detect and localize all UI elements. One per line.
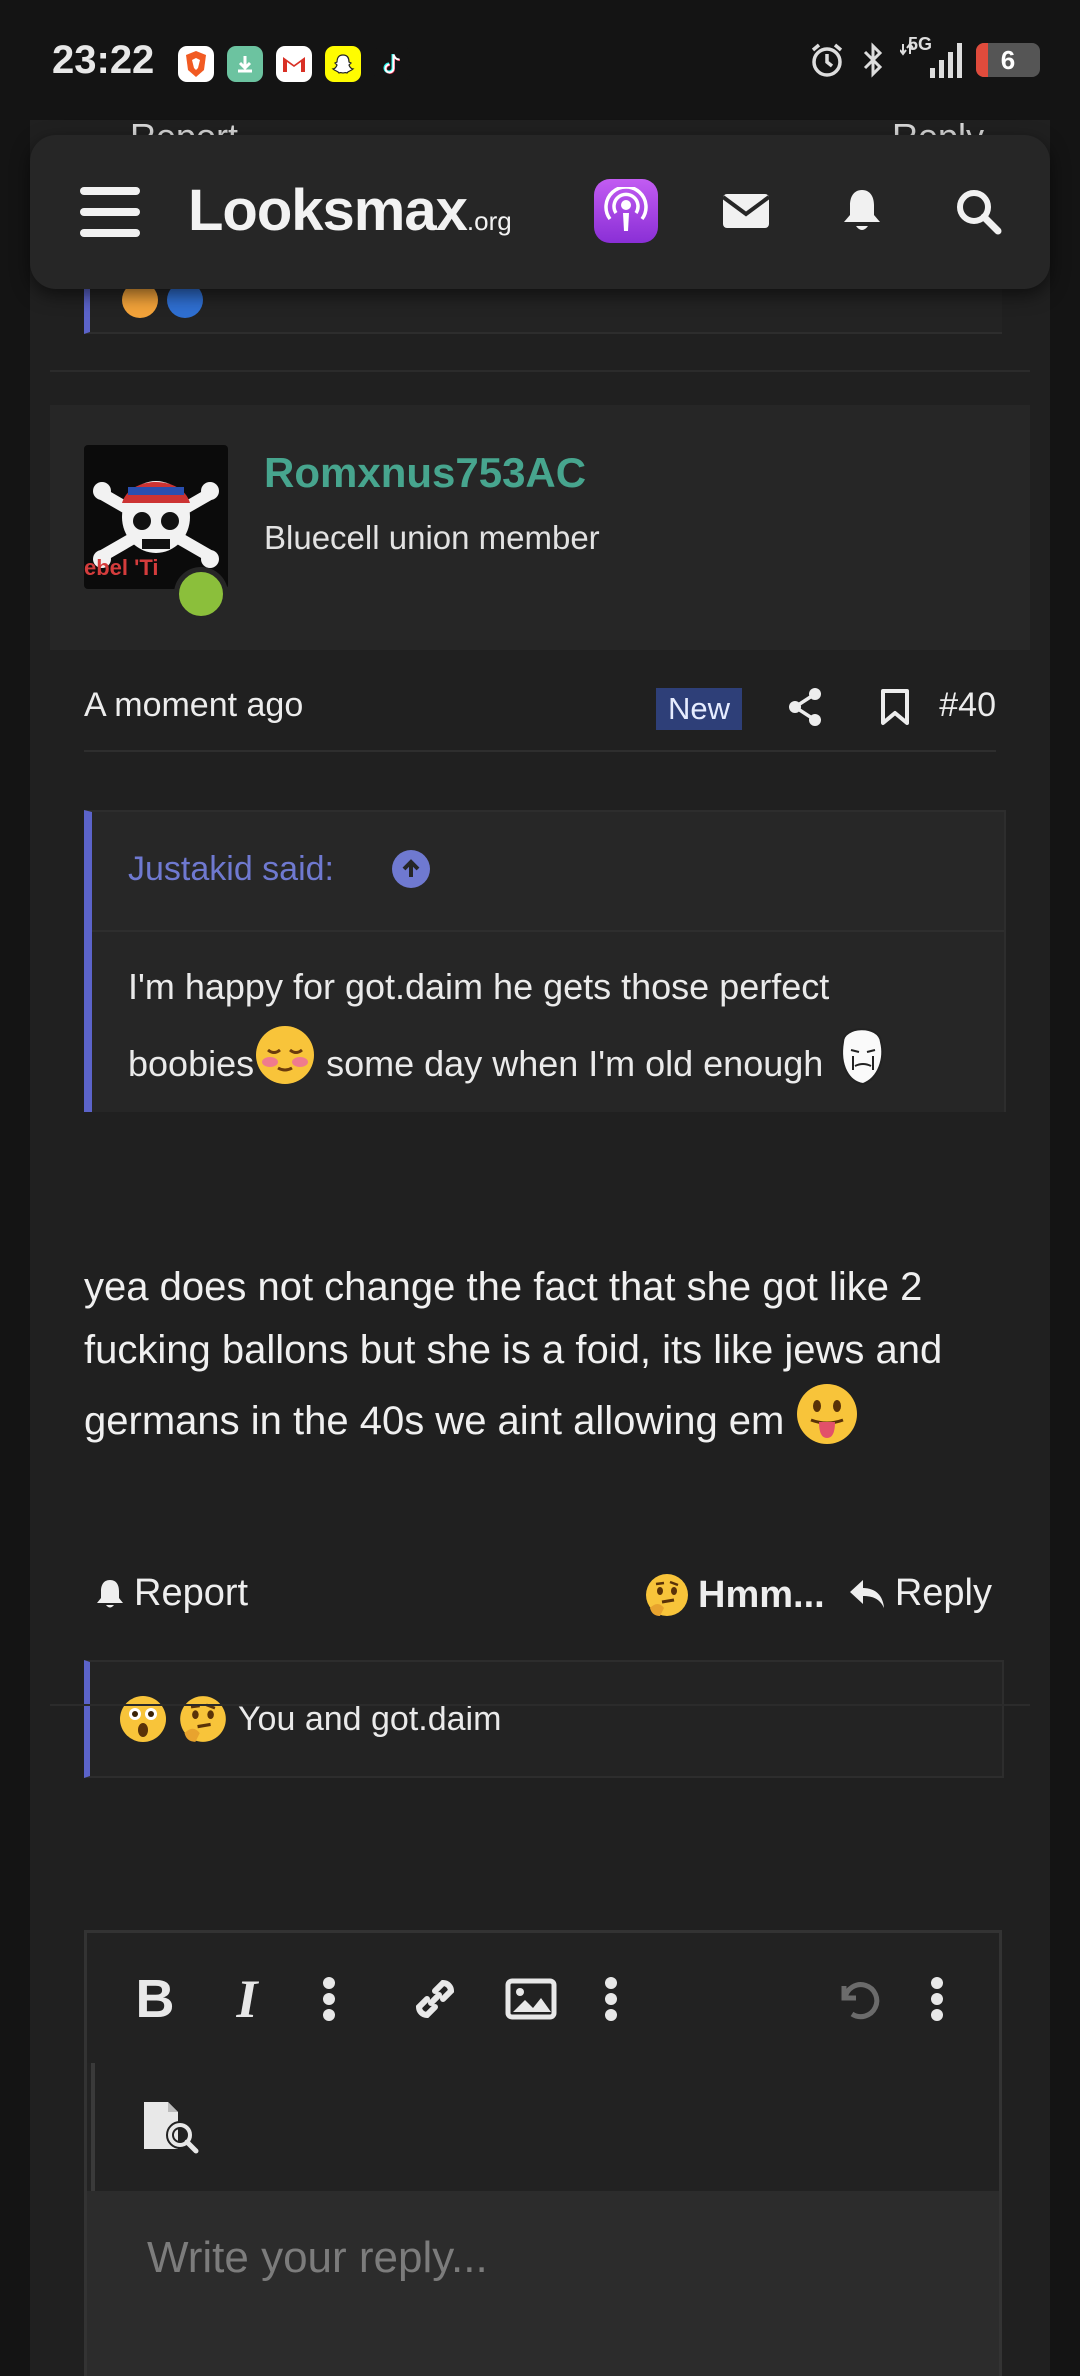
quote-text-part2: some day when I'm old enough: [316, 1043, 834, 1085]
brand-suffix: .org: [466, 206, 512, 236]
arrow-up-circle-icon[interactable]: [392, 850, 430, 888]
status-time: 23:22: [52, 38, 155, 82]
menu-icon[interactable]: [80, 187, 140, 237]
site-logo[interactable]: Looksmax.org: [188, 177, 512, 244]
link-icon[interactable]: [403, 1967, 467, 2031]
post-content: yea does not change the fact that she go…: [84, 1256, 1014, 1465]
relieved-blush-emoji-icon: [254, 1024, 316, 1109]
thinking-emoji-icon: [180, 1696, 226, 1742]
tiktok-icon: [374, 46, 410, 82]
quote-author[interactable]: Justakid said:: [128, 850, 334, 889]
signal-icon: 5G: [900, 34, 962, 80]
more-text-options-icon[interactable]: [297, 1967, 361, 2031]
post-user-header: ebel 'Ti Romxnus753AC Bluecell union mem…: [50, 405, 1030, 650]
username[interactable]: Romxnus753AC: [264, 449, 586, 497]
podcast-icon[interactable]: [594, 179, 658, 243]
editor-toolbar-secondary: [91, 2063, 999, 2191]
quote-header: Justakid said:: [92, 812, 1004, 932]
editor-toolbar: B I: [87, 1933, 999, 2063]
tongue-out-emoji-icon: [795, 1382, 859, 1465]
post-meta: A moment ago New #40: [84, 668, 996, 752]
previous-reply-fragment: Reply: [892, 116, 984, 136]
notification-icons: [178, 46, 410, 82]
bell-icon: [97, 1579, 123, 1607]
post-timestamp[interactable]: A moment ago: [84, 686, 303, 725]
new-badge: New: [656, 688, 743, 730]
reply-placeholder: Write your reply...: [147, 2233, 488, 2282]
more-options-icon[interactable]: [905, 1967, 969, 2031]
system-icons: 5G 6: [808, 34, 1040, 80]
reply-textarea[interactable]: Write your reply...: [87, 2191, 999, 2376]
download-icon: [227, 46, 263, 82]
bookmark-icon[interactable]: [870, 682, 920, 732]
mail-icon[interactable]: [714, 179, 778, 243]
snapchat-icon: [325, 46, 361, 82]
bluetooth-icon: [863, 42, 883, 78]
reply-arrow-icon: [849, 1579, 884, 1608]
image-icon[interactable]: [499, 1967, 563, 2031]
report-label: Report: [134, 1572, 249, 1614]
bold-icon[interactable]: B: [123, 1967, 187, 2031]
previous-post-actions: Report Reply: [84, 112, 984, 136]
reaction-button[interactable]: Hmm...: [644, 1572, 825, 1618]
italic-icon[interactable]: I: [215, 1967, 279, 2031]
search-icon[interactable]: [946, 179, 1010, 243]
battery-level: 6: [1000, 44, 1016, 75]
report-button[interactable]: Report: [94, 1572, 248, 1615]
reaction-label: Hmm...: [698, 1573, 825, 1616]
reply-button[interactable]: Reply: [847, 1572, 992, 1615]
gmail-icon: [276, 46, 312, 82]
reply-editor: B I Write your reply...: [84, 1930, 1002, 2376]
reactions-bar[interactable]: You and got.daim: [84, 1660, 1004, 1778]
site-header: Looksmax.org: [30, 135, 1050, 289]
status-bar: 23:22 5G 6: [0, 0, 1080, 120]
post-divider: [50, 370, 1030, 372]
more-insert-options-icon[interactable]: [579, 1967, 643, 2031]
reply-label: Reply: [894, 1572, 992, 1614]
brave-icon: [178, 46, 214, 82]
user-title: Bluecell union member: [264, 519, 600, 556]
post-divider-bottom: [50, 1704, 1030, 1706]
share-icon[interactable]: [780, 682, 830, 732]
battery-indicator: 6: [976, 43, 1040, 77]
bell-icon[interactable]: [830, 179, 894, 243]
astonished-emoji-icon: [120, 1696, 166, 1742]
alarm-icon: [811, 43, 843, 77]
quote-text: I'm happy for got.daim he gets those per…: [128, 952, 948, 1111]
post-actions: Report Hmm... Reply: [84, 1560, 996, 1630]
reactions-content: You and got.daim: [118, 1694, 501, 1744]
header-pointer: [128, 624, 184, 650]
undo-icon[interactable]: [825, 1967, 889, 2031]
online-indicator: [174, 567, 228, 621]
preview-icon[interactable]: [139, 2095, 203, 2159]
avatar-caption: ebel 'Ti: [84, 555, 159, 580]
quote-block: Justakid said: I'm happy for got.daim he…: [84, 810, 1006, 1112]
brand-name: Looksmax: [188, 178, 468, 243]
post-number[interactable]: #40: [939, 686, 996, 725]
thinking-emoji-icon: [646, 1574, 688, 1616]
crying-wojak-icon: [833, 1022, 889, 1111]
previous-report-fragment: Report: [130, 116, 238, 136]
thread-column: ebel 'Ti Romxnus753AC Bluecell union mem…: [30, 120, 1050, 2376]
